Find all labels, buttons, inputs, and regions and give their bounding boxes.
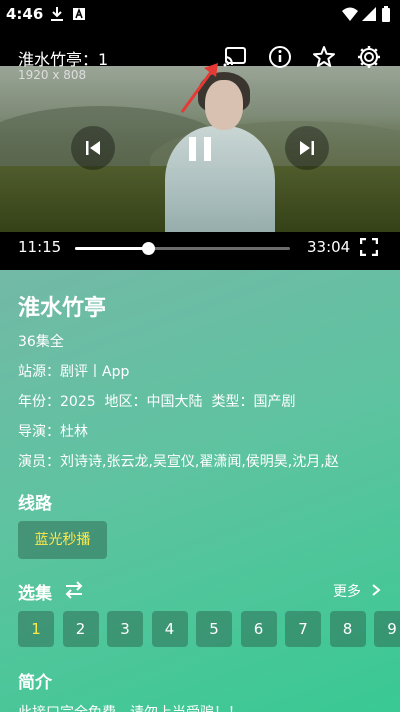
settings-gear-icon[interactable] [356, 44, 382, 70]
director-row: 导演：杜林 [18, 421, 88, 441]
seek-progress [75, 247, 149, 250]
year-label: 年份： [18, 394, 60, 410]
sort-swap-icon[interactable] [64, 581, 84, 599]
skip-previous-icon [86, 141, 100, 155]
annotation-arrow [180, 63, 218, 113]
previous-episode-button[interactable] [71, 126, 115, 170]
source-label: 站源： [18, 364, 60, 380]
video-player[interactable]: 淮水竹亭：1 1920 x 808 11:15 33:04 [0, 30, 400, 270]
cast-icon[interactable] [222, 44, 248, 70]
notification-a-icon [73, 7, 85, 20]
routes-heading: 线路 [18, 494, 52, 514]
pause-button[interactable] [186, 134, 214, 164]
episode-button[interactable]: 3 [107, 611, 143, 647]
cast-label: 演员： [18, 454, 60, 470]
info-icon[interactable] [267, 44, 293, 70]
download-icon [51, 7, 63, 21]
year-value: 2025 [60, 394, 96, 410]
intro-text: 此接口完全免费，请勿上当受骗！！ [18, 702, 242, 712]
status-time: 4:46 [6, 5, 44, 23]
battery-icon [382, 6, 390, 22]
current-time: 11:15 [18, 238, 62, 256]
episode-button[interactable]: 1 [18, 611, 54, 647]
seek-bar[interactable] [75, 242, 290, 255]
seek-thumb[interactable] [142, 242, 156, 255]
cast-row: 演员：刘诗诗,张云龙,吴宣仪,翟潇闻,侯明昊,沈月,赵 [18, 451, 339, 471]
skip-next-icon [300, 141, 314, 155]
director-label: 导演： [18, 424, 60, 440]
region-label: 地区： [104, 394, 147, 410]
episode-button[interactable]: 4 [151, 611, 188, 647]
fullscreen-icon[interactable] [360, 238, 378, 256]
more-label: 更多 [333, 584, 361, 600]
intro-heading: 简介 [18, 673, 52, 693]
signal-icon [362, 7, 376, 21]
type-label: 类型： [211, 394, 254, 410]
source-row: 站源：剧评丨App [18, 361, 129, 381]
video-resolution: 1920 x 808 [18, 68, 87, 82]
wifi-icon [342, 7, 358, 21]
director-value: 杜林 [60, 424, 88, 440]
detail-panel: 淮水竹亭 36集全 站源：剧评丨App 年份：2025 地区：中国大陆 类型：国… [0, 270, 400, 712]
episode-button[interactable]: 5 [196, 611, 232, 647]
episode-button[interactable]: 8 [329, 611, 366, 647]
chevron-right-icon [372, 584, 382, 596]
episodes-total: 36集全 [18, 334, 64, 350]
episode-button[interactable]: 6 [240, 611, 277, 647]
meta-row: 年份：2025 地区：中国大陆 类型：国产剧 [18, 391, 295, 411]
episodes-heading: 选集 [18, 584, 52, 604]
status-bar: 4:46 [0, 0, 400, 30]
video-title: 淮水竹亭：1 [18, 50, 109, 69]
next-episode-button[interactable] [285, 126, 329, 170]
source-value: 剧评丨App [60, 364, 130, 380]
more-episodes-link[interactable]: 更多 [333, 581, 382, 601]
episode-button[interactable]: 9 [374, 611, 400, 647]
favorite-star-icon[interactable] [311, 44, 337, 70]
episode-button[interactable]: 2 [62, 611, 99, 647]
episode-button[interactable]: 7 [285, 611, 321, 647]
route-button-bluray[interactable]: 蓝光秒播 [18, 521, 107, 559]
duration: 33:04 [307, 238, 351, 256]
cast-value: 刘诗诗,张云龙,吴宣仪,翟潇闻,侯明昊,沈月,赵 [60, 454, 339, 470]
region-value: 中国大陆 [146, 394, 203, 410]
show-title: 淮水竹亭 [18, 296, 107, 321]
type-value: 国产剧 [253, 394, 296, 410]
